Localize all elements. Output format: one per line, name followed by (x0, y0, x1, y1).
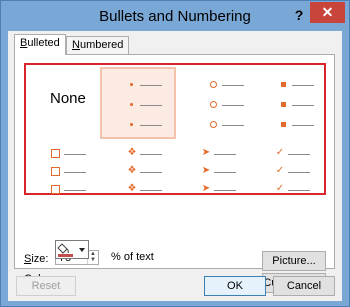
hollow-circle-bullet-icon (210, 121, 217, 128)
dot-bullet-icon (130, 123, 133, 126)
four-diamond-bullet-icon: ❖ (127, 147, 137, 158)
hollow-circle-bullet-icon (210, 81, 217, 88)
bullet-option-arrowhead[interactable]: ➤ ➤ ➤ (200, 145, 260, 195)
bullet-option-filled-square[interactable] (272, 69, 326, 135)
bullet-text-line (64, 154, 86, 155)
bullet-gallery: None ❖ ❖ ❖ ➤ ➤ ➤ ✓ ✓ ✓ (24, 63, 326, 195)
bullet-text-line (64, 190, 86, 191)
bullet-option-hollow-square[interactable] (46, 145, 106, 195)
picture-button[interactable]: Picture... (262, 251, 326, 271)
ok-button[interactable]: OK (204, 276, 266, 296)
arrowhead-bullet-icon: ➤ (201, 183, 211, 194)
bullet-text-line (140, 190, 162, 191)
bullet-text-line (140, 172, 162, 173)
square-bullet-icon (281, 102, 286, 107)
bullet-option-none[interactable]: None (30, 67, 100, 131)
bullet-option-four-diamond[interactable]: ❖ ❖ ❖ (126, 145, 186, 195)
reset-button[interactable]: Reset (16, 276, 76, 296)
tab-bulleted[interactable]: Bulleted (14, 34, 66, 55)
title-bar: Bullets and Numbering ? ✕ (1, 1, 349, 31)
bullet-text-line (140, 125, 162, 126)
bullet-text-line (222, 125, 244, 126)
paint-bucket-icon (57, 243, 85, 257)
bullet-option-checkmark[interactable]: ✓ ✓ ✓ (274, 145, 328, 195)
arrowhead-bullet-icon: ➤ (201, 165, 211, 176)
dot-bullet-icon (130, 83, 133, 86)
bullets-dialog: Bullets and Numbering ? ✕ Bulleted Numbe… (0, 0, 350, 307)
bullet-text-line (140, 85, 162, 86)
size-suffix: % of text (111, 251, 154, 263)
square-bullet-icon (281, 82, 286, 87)
bulleted-tab-page: None ❖ ❖ ❖ ➤ ➤ ➤ ✓ ✓ ✓ Size: ▲ ▼ % of te… (14, 54, 335, 293)
square-bullet-icon (281, 122, 286, 127)
dialog-body: Bulleted Numbered None ❖ ❖ ❖ ➤ ➤ ➤ ✓ ✓ ✓… (8, 31, 342, 301)
bullet-text-line (140, 154, 162, 155)
dot-bullet-icon (130, 103, 133, 106)
hollow-square-bullet-icon (51, 149, 60, 158)
bullet-text-line (214, 190, 236, 191)
bullet-text-line (292, 85, 314, 86)
bullet-text-line (288, 190, 310, 191)
arrowhead-bullet-icon: ➤ (201, 147, 211, 158)
cancel-button[interactable]: Cancel (273, 276, 335, 296)
none-label: None (50, 90, 86, 107)
bullet-option-small-dot[interactable] (100, 67, 176, 139)
bullet-text-line (140, 105, 162, 106)
size-label: Size: (24, 253, 49, 265)
bullet-text-line (222, 105, 244, 106)
bullet-option-hollow-circle[interactable] (202, 69, 262, 135)
help-button[interactable]: ? (290, 6, 308, 24)
bullet-text-line (292, 105, 314, 106)
checkmark-bullet-icon: ✓ (275, 183, 285, 194)
hollow-circle-bullet-icon (210, 101, 217, 108)
bullet-text-line (288, 172, 310, 173)
checkmark-bullet-icon: ✓ (275, 165, 285, 176)
close-button[interactable]: ✕ (310, 2, 345, 23)
hollow-square-bullet-icon (51, 185, 60, 194)
color-dropdown[interactable] (55, 240, 89, 259)
four-diamond-bullet-icon: ❖ (127, 183, 137, 194)
bullet-text-line (214, 154, 236, 155)
bullet-text-line (214, 172, 236, 173)
bullet-text-line (292, 125, 314, 126)
bullet-text-line (64, 172, 86, 173)
hollow-square-bullet-icon (51, 167, 60, 176)
bullet-text-line (288, 154, 310, 155)
tab-numbered[interactable]: Numbered (66, 36, 130, 55)
four-diamond-bullet-icon: ❖ (127, 165, 137, 176)
spin-down-icon[interactable]: ▼ (88, 257, 98, 263)
checkmark-bullet-icon: ✓ (275, 147, 285, 158)
bullet-text-line (222, 85, 244, 86)
